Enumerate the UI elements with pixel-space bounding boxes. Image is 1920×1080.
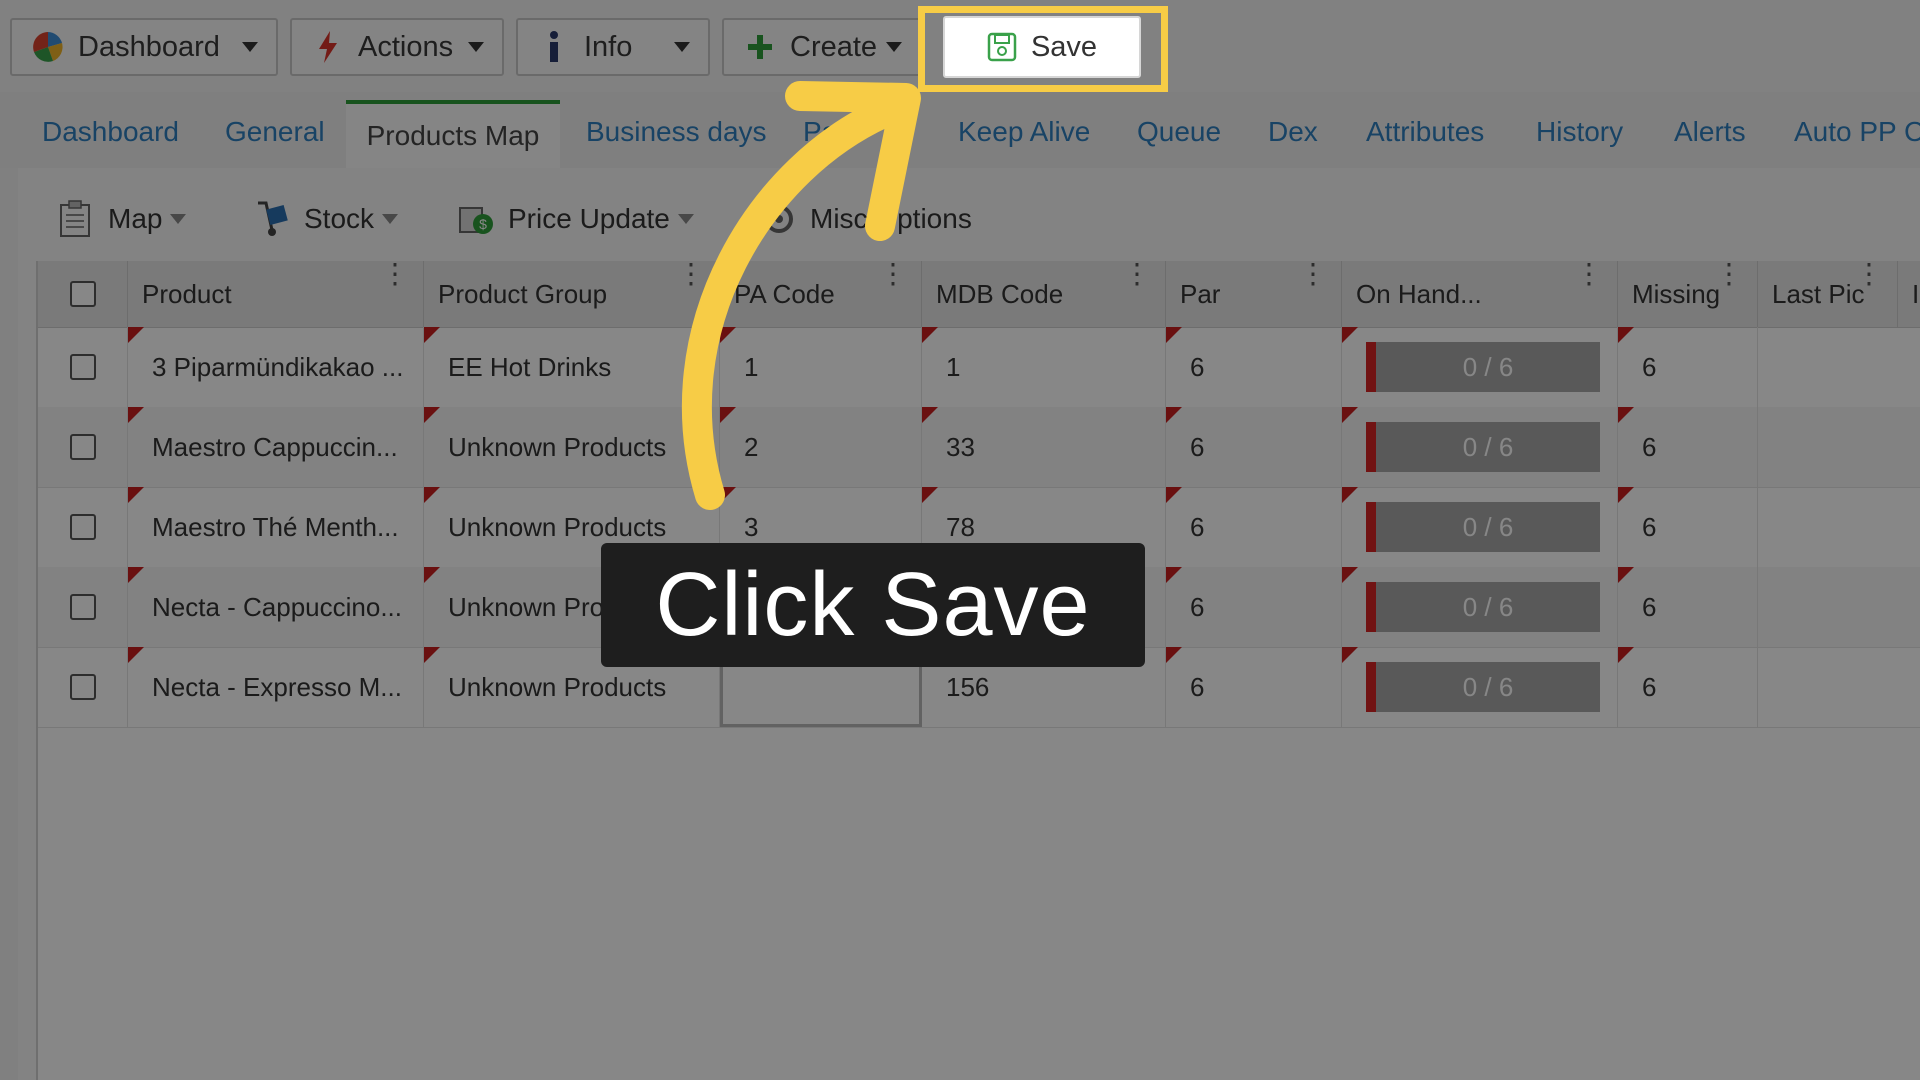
pointer-arrow-icon [681,81,921,510]
instruction-callout: Click Save [601,543,1145,667]
